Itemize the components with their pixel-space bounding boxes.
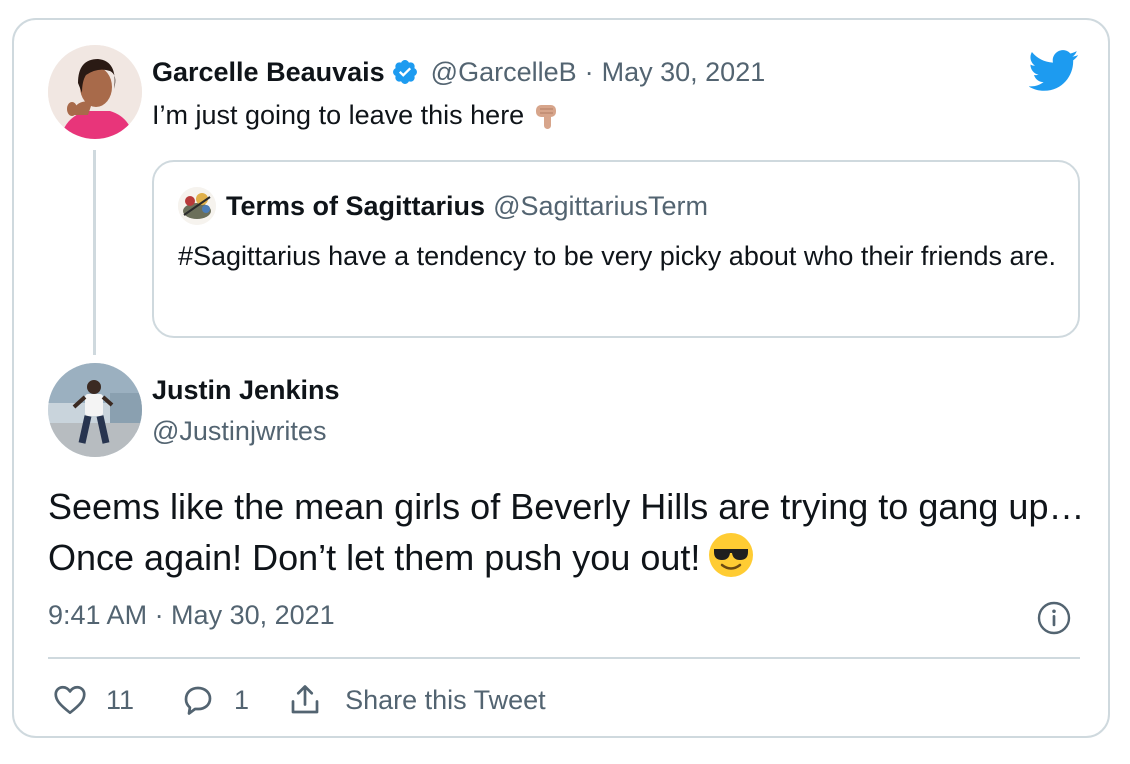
reply-bubble-icon [184, 686, 212, 715]
divider [48, 657, 1080, 659]
reply-author-handle[interactable]: @Justinjwrites [152, 416, 326, 447]
separator: · [584, 56, 594, 87]
like-button[interactable]: 11 [52, 682, 134, 718]
quoted-tweet[interactable]: Terms of Sagittarius @SagittariusTerm #S… [152, 160, 1080, 338]
tweet-embed-card: Garcelle Beauvais @GarcelleB · May 30, 2… [12, 18, 1110, 738]
verified-badge-icon [392, 60, 417, 84]
tweet-date[interactable]: May 30, 2021 [602, 57, 766, 88]
share-icon [291, 685, 319, 714]
avatar-justin[interactable] [48, 363, 142, 457]
quoted-author-name: Terms of Sagittarius [226, 190, 486, 221]
author-name[interactable]: Garcelle Beauvais [152, 57, 385, 88]
thread-line [93, 150, 96, 355]
twitter-bird-icon[interactable] [1029, 50, 1079, 92]
tweet-timestamp[interactable]: 9:41 AM · May 30, 2021 [48, 600, 335, 631]
heart-icon [54, 685, 86, 715]
tweet-text-content: I’m just going to leave this here [152, 100, 525, 130]
quoted-tweet-text: #Sagittarius have a tendency to be very … [178, 241, 1057, 271]
smiling-face-with-sunglasses-icon [709, 533, 754, 577]
share-button[interactable]: Share this Tweet [287, 682, 546, 718]
share-label: Share this Tweet [345, 684, 546, 715]
reply-count: 1 [234, 684, 250, 715]
reply-author-name[interactable]: Justin Jenkins [152, 375, 340, 406]
tweet-text: I’m just going to leave this here [152, 100, 564, 131]
quoted-author-handle: @SagittariusTerm [493, 190, 709, 221]
reply-text: Seems like the mean girls of Beverly Hil… [48, 482, 1088, 583]
info-icon[interactable] [1036, 600, 1072, 636]
quoted-tweet-header: Terms of Sagittarius @SagittariusTerm [178, 187, 709, 225]
like-count: 11 [106, 684, 135, 715]
reply-button[interactable]: 1 [180, 682, 249, 718]
backhand-index-pointing-down-icon [536, 104, 557, 129]
avatar-garcelle[interactable] [48, 45, 142, 139]
reply-text-content: Seems like the mean girls of Beverly Hil… [48, 486, 1085, 578]
action-bar: 11 1 Share this Tweet [52, 680, 546, 720]
avatar-sagittarius [178, 187, 216, 225]
author-handle[interactable]: @GarcelleB [431, 57, 577, 88]
tweet-header: Garcelle Beauvais @GarcelleB · May 30, 2… [152, 54, 765, 90]
